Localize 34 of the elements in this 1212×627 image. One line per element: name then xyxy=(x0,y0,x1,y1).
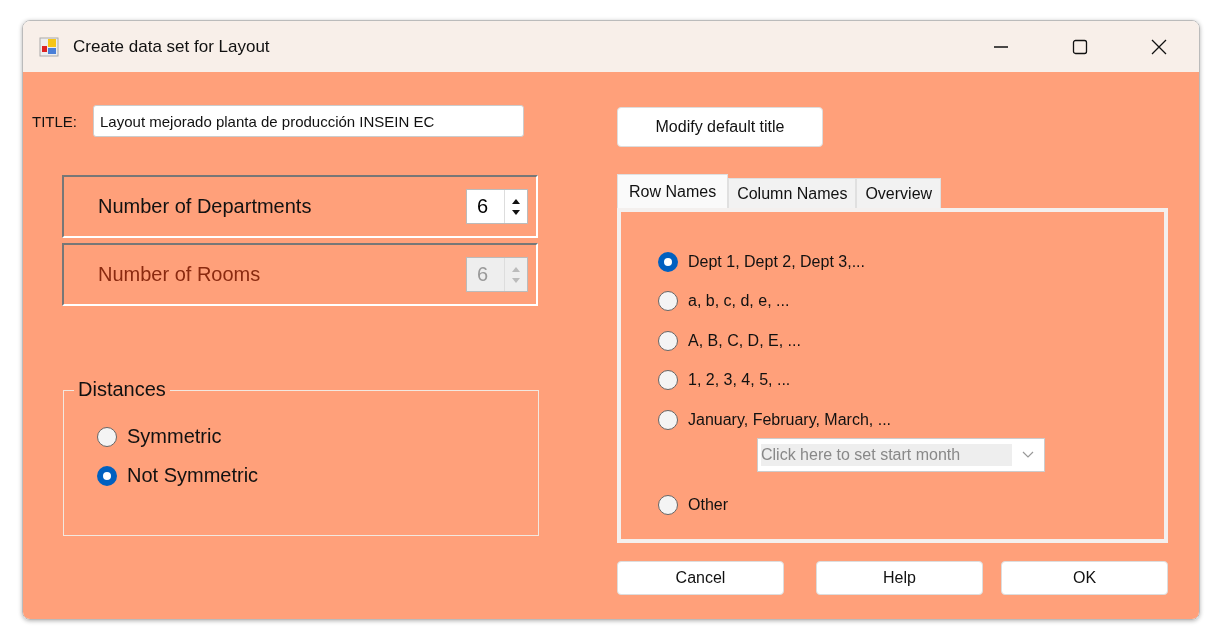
maximize-icon[interactable] xyxy=(1072,38,1088,55)
radio-label[interactable]: Dept 1, Dept 2, Dept 3,... xyxy=(688,252,865,271)
radio-label[interactable]: a, b, c, d, e, ... xyxy=(688,292,790,311)
tab[interactable]: Row Names xyxy=(617,174,729,208)
radio-button[interactable] xyxy=(658,409,678,430)
title-field[interactable]: Layout mejorado planta de producción INSEIN EC xyxy=(93,105,524,137)
count-label: Number of Departments xyxy=(98,195,312,218)
dialog-button[interactable]: Cancel xyxy=(617,561,784,595)
window-title: Create data set for Layout xyxy=(73,36,270,57)
radio-label[interactable]: A, B, C, D, E, ... xyxy=(688,331,801,350)
radio-label[interactable]: 1, 2, 3, 4, 5, ... xyxy=(688,371,791,390)
down-arrow-icon[interactable] xyxy=(511,208,521,217)
number-spinner[interactable]: 6 xyxy=(466,189,528,224)
radio-button[interactable] xyxy=(658,370,678,391)
tab[interactable]: Column Names xyxy=(728,178,857,208)
chevron-down-icon xyxy=(1022,450,1034,459)
radio-button[interactable] xyxy=(97,426,117,447)
radio-button[interactable] xyxy=(658,291,678,312)
title-label: TITLE: xyxy=(32,112,77,130)
radio-button[interactable] xyxy=(658,251,678,272)
radio-label[interactable]: Not Symmetric xyxy=(127,464,259,487)
radio-button[interactable] xyxy=(658,330,678,351)
tab[interactable]: Overview xyxy=(856,178,942,208)
dialog-button[interactable]: Help xyxy=(816,561,983,595)
radio-button[interactable] xyxy=(97,465,117,486)
app-icon xyxy=(39,36,59,57)
modify-title-button[interactable]: Modify default title xyxy=(617,107,823,147)
radio-button[interactable] xyxy=(658,495,678,516)
dialog-button[interactable]: OK xyxy=(1001,561,1168,595)
radio-label[interactable]: January, February, March, ... xyxy=(688,410,892,429)
radio-label[interactable]: Other xyxy=(688,496,728,515)
count-label: Number of Rooms xyxy=(98,263,261,286)
close-icon[interactable] xyxy=(1151,38,1167,55)
radio-label[interactable]: Symmetric xyxy=(127,425,222,448)
